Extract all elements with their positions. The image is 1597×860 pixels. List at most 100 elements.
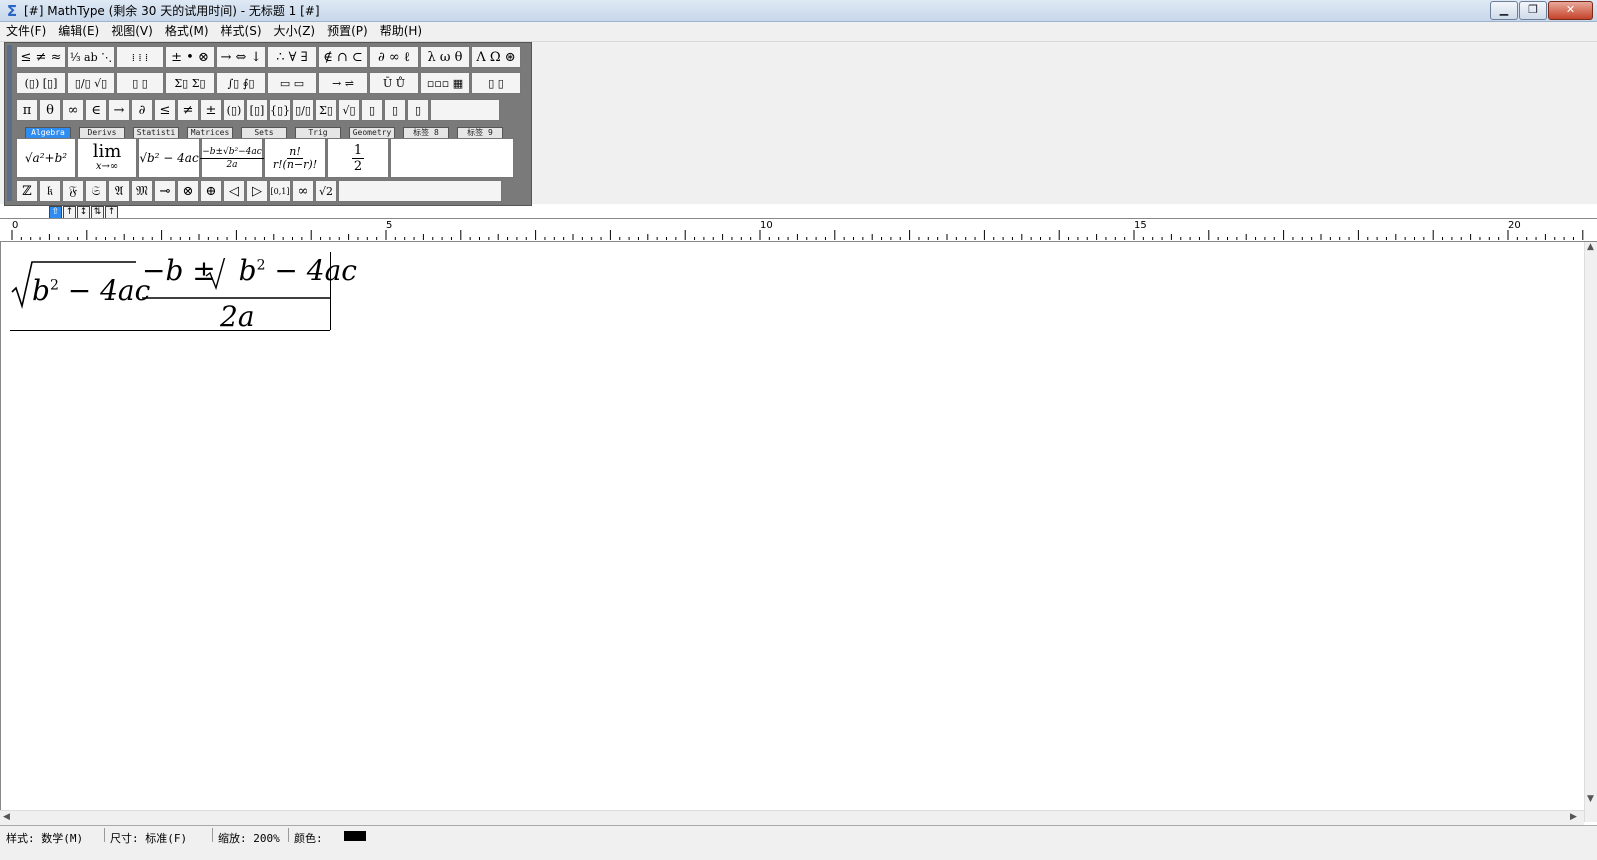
status-zoom[interactable]: 缩放: 200% (218, 830, 280, 846)
sub-superscript-template-button[interactable]: ▯ (407, 99, 429, 121)
window-controls: ▁ ❐ ✕ (1489, 1, 1593, 20)
color-swatch[interactable] (344, 831, 366, 841)
fractions-palette-button[interactable]: ▯/▯ √▯ (67, 72, 115, 94)
integers-symbol-button[interactable]: ℤ (16, 180, 38, 202)
sum-template-button[interactable]: Σ▯ (315, 99, 337, 121)
toolbar-grip[interactable] (7, 45, 12, 201)
template-discriminant[interactable]: √b² − 4ac (138, 138, 200, 178)
minimize-button[interactable]: ▁ (1490, 1, 1518, 20)
fraktur-m-symbol-button[interactable]: 𝔐 (131, 180, 153, 202)
status-style[interactable]: 样式: 数学(M) (6, 830, 83, 846)
menu-view[interactable]: 视图(V) (105, 22, 159, 41)
tab-geometry[interactable]: Geometry (349, 127, 395, 138)
close-button[interactable]: ✕ (1548, 1, 1593, 20)
sqrt-template-button[interactable]: √▯ (338, 99, 360, 121)
horizontal-scrollbar[interactable]: ◀ ▶ (0, 810, 1584, 825)
menu-edit[interactable]: 编辑(E) (52, 22, 105, 41)
menu-size[interactable]: 大小(Z) (268, 22, 322, 41)
greek-lower-palette-button[interactable]: λ ω θ (420, 46, 470, 68)
scroll-down-icon[interactable]: ▼ (1587, 794, 1594, 804)
misc-palette-button[interactable]: ∂ ∞ ℓ (369, 46, 419, 68)
partial-symbol-button[interactable]: ∂ (131, 99, 153, 121)
subscript-template-button[interactable]: ▯ (384, 99, 406, 121)
right-triangle-symbol-button[interactable]: ▷ (246, 180, 268, 202)
scripts-palette-button[interactable]: ▯ ▯ (116, 72, 164, 94)
bars-palette-button[interactable]: ▭ ▭ (267, 72, 317, 94)
numerator-prefix: −b ± (142, 254, 225, 287)
labeled-arrows-palette-button[interactable]: → ⇌ (318, 72, 368, 94)
operators-palette-button[interactable]: ± • ⊗ (165, 46, 215, 68)
logic-palette-button[interactable]: ∴ ∀ ∃ (267, 46, 317, 68)
combination-fraction: n! r!(n−r)! (273, 145, 317, 171)
template-quadratic-formula[interactable]: −b±√b²−4ac 2a (200, 138, 264, 178)
relations-palette-button[interactable]: ≤ ≠ ≈ (16, 46, 66, 68)
interval-symbol-button[interactable]: [0,1] (269, 180, 291, 202)
menu-help[interactable]: 帮助(H) (374, 22, 428, 41)
template-empty-slot (390, 138, 514, 178)
theta-symbol-button[interactable]: θ (39, 99, 61, 121)
matrices-palette-button[interactable]: ▫▫▫ ▦ (420, 72, 470, 94)
element-of-symbol-button[interactable]: ∈ (85, 99, 107, 121)
infinity-symbol-button[interactable]: ∞ (62, 99, 84, 121)
pi-symbol-button[interactable]: π (16, 99, 38, 121)
sums-palette-button[interactable]: Σ▯ Σ▯ (165, 72, 215, 94)
brackets-template-button[interactable]: [▯] (246, 99, 268, 121)
status-size[interactable]: 尺寸: 标准(F) (110, 830, 187, 846)
scroll-up-icon[interactable]: ▲ (1587, 242, 1594, 252)
tab-matrices[interactable]: Matrices (187, 127, 233, 138)
fraktur-k-symbol-button[interactable]: 𝔨 (39, 180, 61, 202)
tab-derivs[interactable]: Derivs (79, 127, 125, 138)
tab-9[interactable]: 标签 9 (457, 127, 503, 138)
superscript-template-button[interactable]: ▯ (361, 99, 383, 121)
template-limit[interactable]: lim x→∞ (77, 138, 137, 178)
scroll-left-icon[interactable]: ◀ (3, 812, 10, 822)
left-triangle-symbol-button[interactable]: ◁ (223, 180, 245, 202)
fraction-template-button[interactable]: ▯/▯ (292, 99, 314, 121)
arrows-palette-button[interactable]: → ⇔ ↓ (216, 46, 266, 68)
otimes-symbol-button[interactable]: ⊗ (177, 180, 199, 202)
tab-statistics[interactable]: Statisti (133, 127, 179, 138)
fraktur-a-symbol-button[interactable]: 𝔄 (108, 180, 130, 202)
vertical-scrollbar[interactable]: ▲ ▼ (1584, 242, 1597, 822)
menu-format[interactable]: 格式(M) (159, 22, 215, 41)
ruler-label-0: 0 (12, 220, 19, 231)
greek-upper-palette-button[interactable]: Λ Ω ⊛ (471, 46, 521, 68)
infinity-custom-button[interactable]: ∞ (292, 180, 314, 202)
template-one-half[interactable]: 1 2 (327, 138, 389, 178)
fraktur-s-symbol-button[interactable]: 𝔖 (85, 180, 107, 202)
fences-palette-button[interactable]: (▯) [▯] (16, 72, 66, 94)
menu-preferences[interactable]: 预置(P) (321, 22, 374, 41)
window-title: [#] MathType (剩余 30 天的试用时间) - 无标题 1 [#] (24, 4, 320, 18)
sets-palette-button[interactable]: ∉ ∩ ⊂ (318, 46, 368, 68)
quadratic-numerator: −b±√b²−4ac (200, 146, 264, 159)
tab-trig[interactable]: Trig (295, 127, 341, 138)
menu-file[interactable]: 文件(F) (0, 22, 52, 41)
braces-template-button[interactable]: {▯} (269, 99, 291, 121)
right-arrow-symbol-button[interactable]: → (108, 99, 130, 121)
tab-algebra[interactable]: Algebra (25, 127, 71, 138)
numerator-radical-base: b (238, 254, 257, 287)
sqrt-two-button[interactable]: √2 (315, 180, 337, 202)
boxes-palette-button[interactable]: ▯ ▯ (471, 72, 521, 94)
template-pythagoras[interactable]: √a²+b² (16, 138, 76, 178)
tab-8[interactable]: 标签 8 (403, 127, 449, 138)
spaces-palette-button[interactable]: ⅓ ab ⋱ (67, 46, 115, 68)
quadratic-fraction: −b±√b²−4ac 2a (200, 146, 264, 171)
template-tabs: Algebra Derivs Statisti Matrices Sets Tr… (25, 127, 511, 138)
not-equal-symbol-button[interactable]: ≠ (177, 99, 199, 121)
fraktur-f-symbol-button[interactable]: 𝔉 (62, 180, 84, 202)
menu-style[interactable]: 样式(S) (215, 22, 268, 41)
template-combination[interactable]: n! r!(n−r)! (264, 138, 326, 178)
products-palette-button[interactable]: Ū Ů (369, 72, 419, 94)
multimap-symbol-button[interactable]: ⊸ (154, 180, 176, 202)
ruler[interactable]: 0 5 10 15 20 (0, 218, 1597, 242)
tab-sets[interactable]: Sets (241, 127, 287, 138)
oplus-symbol-button[interactable]: ⊕ (200, 180, 222, 202)
less-equal-symbol-button[interactable]: ≤ (154, 99, 176, 121)
parentheses-template-button[interactable]: (▯) (223, 99, 245, 121)
integrals-palette-button[interactable]: ∫▯ ∮▯ (216, 72, 266, 94)
restore-button[interactable]: ❐ (1519, 1, 1547, 20)
scroll-right-icon[interactable]: ▶ (1570, 812, 1577, 822)
plus-minus-symbol-button[interactable]: ± (200, 99, 222, 121)
embellishments-palette-button[interactable]: ⁞ ⁞ ⁞ (116, 46, 164, 68)
